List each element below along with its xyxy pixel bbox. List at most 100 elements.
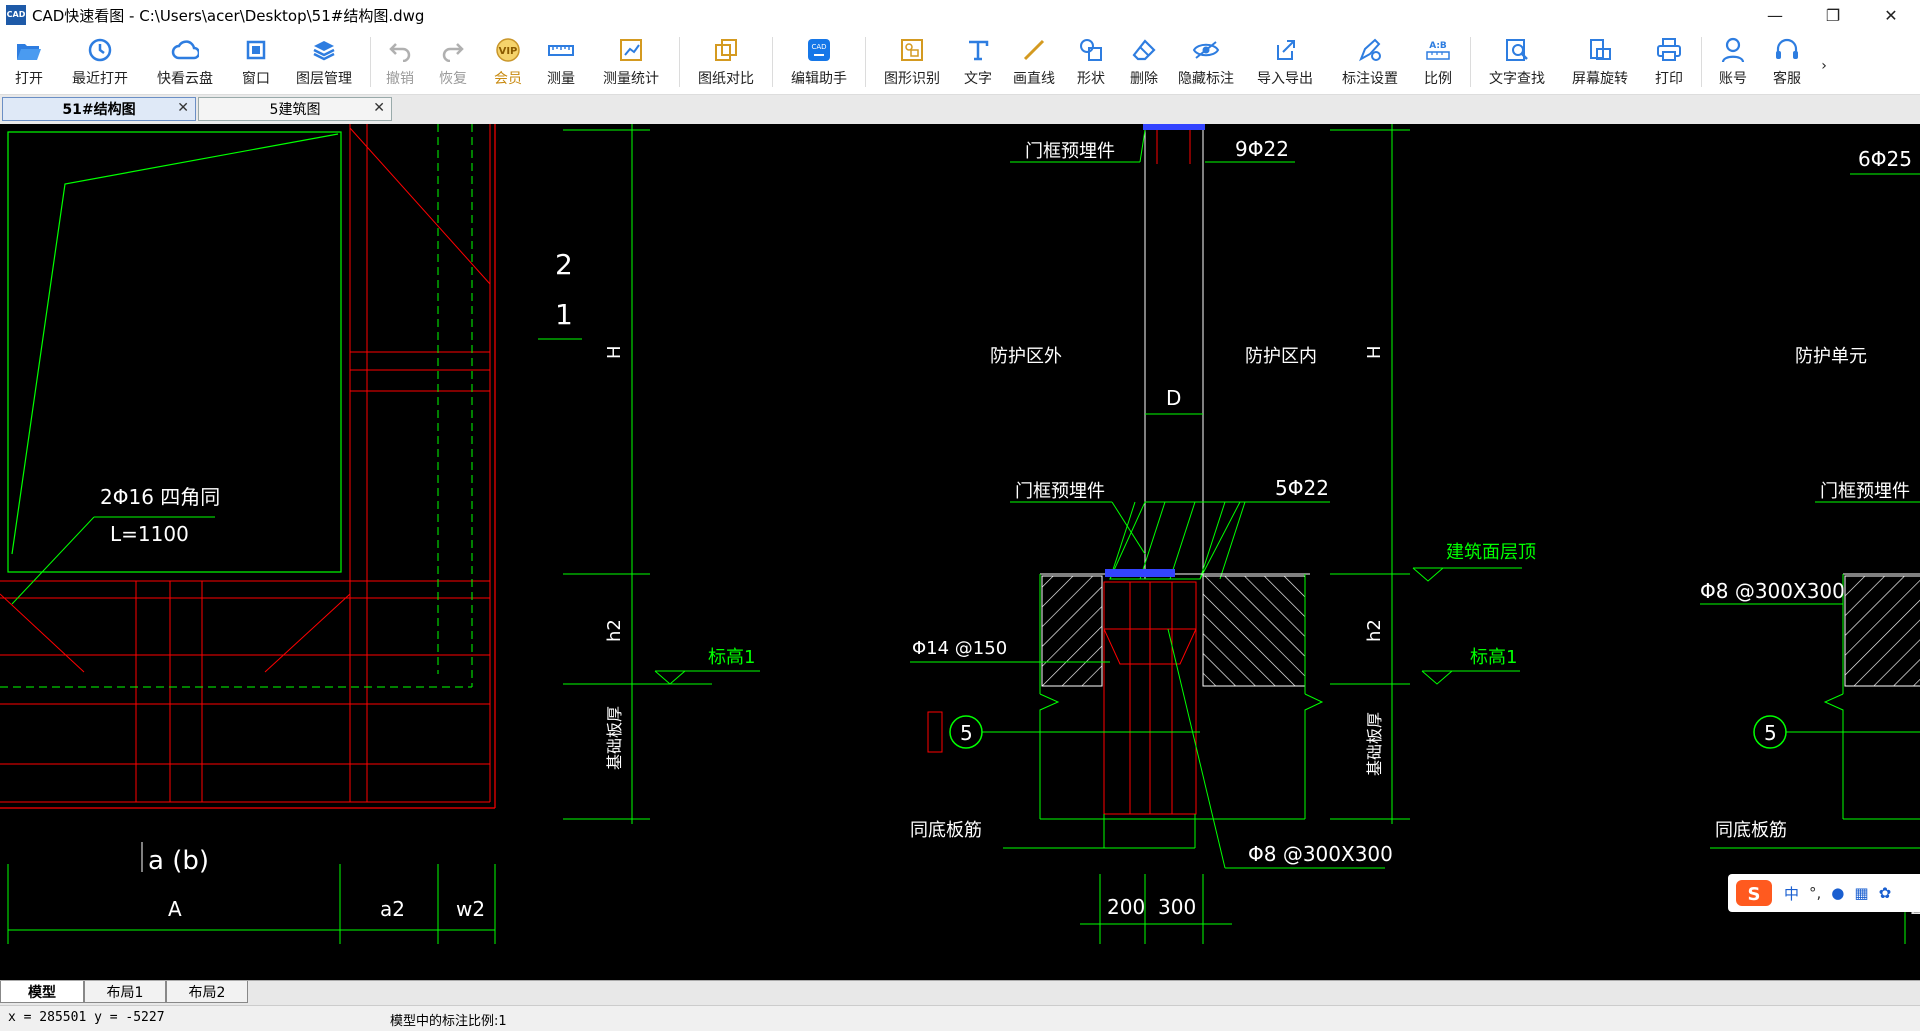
microphone-icon[interactable]: ● bbox=[1831, 884, 1844, 902]
print-button[interactable]: 打印 bbox=[1643, 30, 1695, 88]
title-bar: CAD CAD快速看图 - C:\Users\acer\Desktop\51#结… bbox=[0, 0, 1920, 31]
import-export-button[interactable]: 导入导出 bbox=[1242, 30, 1328, 88]
same-as-slab-rebar: 同底板筋 bbox=[910, 820, 982, 841]
measure-button[interactable]: 测量 bbox=[533, 30, 589, 88]
note-2phi16: 2Φ16 四角同 bbox=[100, 485, 220, 509]
dim-h2-left: h2 bbox=[604, 619, 625, 642]
open-button[interactable]: 打开 bbox=[0, 30, 58, 88]
toolbar-overflow-button[interactable]: › bbox=[1816, 30, 1832, 88]
ime-punctuation[interactable]: °, bbox=[1809, 884, 1821, 902]
rebar-5phi22: 5Φ22 bbox=[1275, 476, 1329, 500]
line-icon bbox=[1020, 36, 1048, 64]
elevation-label-2: 标高1 bbox=[1470, 647, 1517, 668]
status-bar: x = 285501 y = -5227 模型中的标注比例:1 bbox=[0, 1005, 1920, 1031]
undo-button[interactable]: 撤销 bbox=[377, 30, 423, 88]
folder-open-icon bbox=[15, 36, 43, 64]
close-tab-icon[interactable]: ✕ bbox=[373, 100, 385, 116]
rotate-screen-button[interactable]: 屏幕旋转 bbox=[1557, 30, 1643, 88]
customer-service-button[interactable]: 客服 bbox=[1758, 30, 1816, 88]
minimize-icon[interactable]: — bbox=[1746, 0, 1804, 30]
redo-icon bbox=[439, 36, 467, 64]
dim-200: 200 bbox=[1107, 895, 1145, 919]
svg-text:VIP: VIP bbox=[499, 46, 518, 57]
rebar-9phi22: 9Φ22 bbox=[1235, 137, 1289, 161]
cloud-icon bbox=[171, 36, 199, 64]
tab-5-architecture[interactable]: 5建筑图 ✕ bbox=[198, 97, 392, 121]
recent-open-button[interactable]: 最近打开 bbox=[58, 30, 142, 88]
close-tab-icon[interactable]: ✕ bbox=[177, 100, 189, 116]
tab-layout2[interactable]: 布局2 bbox=[166, 981, 248, 1003]
label-a-b: a (b) bbox=[148, 846, 209, 876]
window-button[interactable]: 窗口 bbox=[228, 30, 284, 88]
embedded-part-label-top: 门框预埋件 bbox=[1025, 141, 1115, 162]
dim-foundation-right: 基础板厚 bbox=[1365, 712, 1384, 776]
clock-history-icon bbox=[86, 36, 114, 64]
document-tab-bar: 51#结构图 ✕ 5建筑图 ✕ bbox=[0, 95, 1920, 125]
draw-line-button[interactable]: 画直线 bbox=[1004, 30, 1064, 88]
building-finish-top: 建筑面层顶 bbox=[1446, 542, 1536, 563]
same-as-slab-rebar-right: 同底板筋 bbox=[1715, 820, 1787, 841]
elevation-label-1: 标高1 bbox=[708, 647, 755, 668]
keyboard-icon[interactable]: ▦ bbox=[1854, 884, 1868, 902]
compare-icon bbox=[712, 36, 740, 64]
left-detail: 2Φ16 四角同 L=1100 a (b) A a2 w2 2 1 bbox=[0, 124, 582, 944]
dim-h2-right: h2 bbox=[1364, 619, 1385, 642]
main-toolbar: 打开 最近打开 快看云盘 窗口 图层管理 撤销 恢复 VIP 会员 测量 测量统… bbox=[0, 30, 1920, 95]
edit-assistant-button[interactable]: CAD 编辑助手 bbox=[779, 30, 859, 88]
rotate-screen-icon bbox=[1586, 36, 1614, 64]
toolbar-divider bbox=[370, 37, 371, 87]
measure-stats-button[interactable]: 测量统计 bbox=[589, 30, 673, 88]
scale-icon: A:B bbox=[1424, 36, 1452, 64]
outside-protected-zone: 防护区外 bbox=[990, 346, 1062, 367]
close-icon[interactable]: ✕ bbox=[1862, 0, 1920, 30]
vip-icon: VIP bbox=[494, 36, 522, 64]
drawing-canvas[interactable]: 2Φ16 四角同 L=1100 a (b) A a2 w2 2 1 H h2 基… bbox=[0, 124, 1920, 980]
ruler-icon bbox=[547, 36, 575, 64]
shape-recognition-button[interactable]: 图形识别 bbox=[872, 30, 952, 88]
dim-D: D bbox=[1166, 386, 1181, 410]
inside-protected-zone: 防护区内 bbox=[1245, 346, 1317, 367]
hide-annotation-button[interactable]: 隐藏标注 bbox=[1170, 30, 1242, 88]
svg-text:A:B: A:B bbox=[1429, 41, 1447, 51]
tab-51-structure[interactable]: 51#结构图 ✕ bbox=[2, 97, 196, 121]
app-logo-icon: CAD bbox=[6, 5, 26, 25]
cloud-disk-button[interactable]: 快看云盘 bbox=[142, 30, 228, 88]
ime-mode-chinese[interactable]: 中 bbox=[1784, 883, 1799, 904]
protection-unit: 防护单元 bbox=[1795, 346, 1867, 367]
chevron-right-icon: › bbox=[1821, 58, 1827, 74]
embedded-part-label-right: 门框预埋件 bbox=[1820, 481, 1910, 502]
sogou-logo-icon: S bbox=[1736, 880, 1772, 906]
tab-layout1[interactable]: 布局1 bbox=[84, 981, 166, 1003]
import-export-icon bbox=[1271, 36, 1299, 64]
ime-toolbar[interactable]: S 中 °, ● ▦ ✿ bbox=[1728, 874, 1920, 912]
cad-drawing[interactable]: 2Φ16 四角同 L=1100 a (b) A a2 w2 2 1 H h2 基… bbox=[0, 124, 1920, 980]
scale-button[interactable]: A:B 比例 bbox=[1412, 30, 1464, 88]
layer-manager-button[interactable]: 图层管理 bbox=[284, 30, 364, 88]
delete-button[interactable]: 删除 bbox=[1118, 30, 1170, 88]
detail-marker-5-right: 5 bbox=[1764, 721, 1777, 745]
account-button[interactable]: 账号 bbox=[1708, 30, 1758, 88]
redo-button[interactable]: 恢复 bbox=[423, 30, 483, 88]
annotation-scale-text: 模型中的标注比例:1 bbox=[390, 1014, 507, 1029]
window-icon bbox=[242, 36, 270, 64]
user-icon bbox=[1719, 36, 1747, 64]
toolbar-divider bbox=[1701, 37, 1702, 87]
vertical-dimensions-1: H h2 基础板厚 标高1 bbox=[563, 124, 760, 824]
skin-icon[interactable]: ✿ bbox=[1879, 884, 1892, 902]
vip-button[interactable]: VIP 会员 bbox=[483, 30, 533, 88]
dim-A: A bbox=[168, 897, 182, 921]
text-button[interactable]: 文字 bbox=[952, 30, 1004, 88]
right-detail: 6Φ25 防护单元 门框预埋件 Φ8 @300X300 5 同底板筋 2 bbox=[1700, 147, 1920, 944]
text-search-button[interactable]: 文字查找 bbox=[1477, 30, 1557, 88]
restore-icon[interactable]: ❐ bbox=[1804, 0, 1862, 30]
shapes-icon bbox=[1077, 36, 1105, 64]
tab-model[interactable]: 模型 bbox=[0, 981, 84, 1003]
shape-button[interactable]: 形状 bbox=[1064, 30, 1118, 88]
annotation-settings-icon bbox=[1356, 36, 1384, 64]
label-2: 2 bbox=[555, 248, 573, 281]
note-L1100: L=1100 bbox=[110, 522, 189, 546]
toolbar-divider bbox=[679, 37, 680, 87]
drawing-compare-button[interactable]: 图纸对比 bbox=[686, 30, 766, 88]
detail-marker-5: 5 bbox=[960, 721, 973, 745]
annotation-settings-button[interactable]: 标注设置 bbox=[1328, 30, 1412, 88]
